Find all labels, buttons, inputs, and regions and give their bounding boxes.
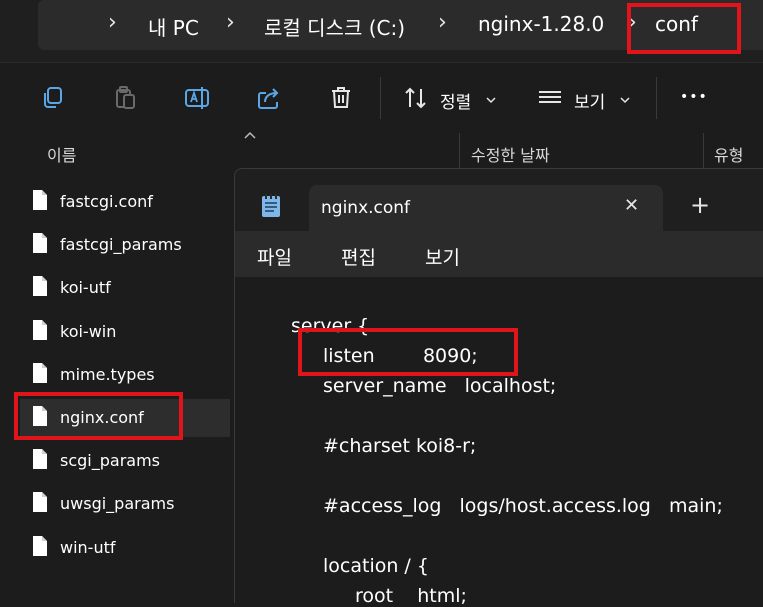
column-type[interactable]: 유형	[714, 142, 743, 166]
toolbar-divider	[656, 77, 657, 119]
more-options-button[interactable]: •••	[680, 89, 708, 105]
file-name: koi-utf	[60, 278, 111, 298]
file-name: koi-win	[60, 321, 117, 341]
chevron-down-icon	[620, 97, 630, 104]
file-icon	[33, 492, 47, 513]
file-icon	[33, 276, 47, 297]
menu-bar: 파일 편집 보기	[235, 231, 763, 277]
text-editor[interactable]: server { listen 8090; server_name localh…	[235, 277, 763, 607]
view-icon[interactable]	[537, 85, 563, 111]
chevron-down-icon	[486, 97, 496, 104]
command-bar: 정렬 보기 •••	[0, 62, 763, 134]
column-divider[interactable]	[703, 133, 704, 169]
file-item[interactable]: win-utf	[20, 529, 230, 567]
file-name: uwsgi_params	[60, 494, 175, 514]
code-line: root html;	[355, 585, 467, 607]
file-item[interactable]: scgi_params	[20, 442, 230, 480]
highlight-listen-port	[298, 328, 518, 376]
file-icon	[33, 362, 47, 383]
tab-title: nginx.conf	[321, 198, 411, 218]
file-name: fastcgi_params	[60, 235, 182, 255]
file-item[interactable]: fastcgi_params	[20, 226, 230, 264]
new-tab-button[interactable]: +	[690, 191, 710, 219]
file-name: mime.types	[60, 364, 155, 384]
file-icon	[33, 190, 47, 210]
file-icon	[33, 535, 47, 556]
breadcrumb-item-nginx[interactable]: nginx-1.28.0	[478, 12, 604, 36]
toolbar-divider	[380, 77, 381, 119]
menu-file[interactable]: 파일	[257, 243, 292, 270]
close-tab-icon[interactable]: ✕	[624, 195, 639, 216]
code-line: #charset koi8-r;	[323, 435, 477, 457]
file-name: scgi_params	[60, 451, 160, 471]
breadcrumb-item-local-disk[interactable]: 로컬 디스크 (C:)	[264, 12, 405, 41]
code-line: location / {	[323, 555, 429, 577]
column-modified[interactable]: 수정한 날짜	[471, 142, 550, 166]
notepad-icon	[262, 194, 280, 217]
chevron-right-icon: ›	[226, 10, 235, 35]
code-line: #access_log logs/host.access.log main;	[323, 495, 723, 517]
notepad-tab[interactable]: nginx.conf ✕	[309, 185, 663, 231]
chevron-right-icon: ›	[108, 10, 117, 35]
share-icon[interactable]	[256, 85, 282, 111]
column-divider[interactable]	[459, 133, 460, 169]
copy-icon[interactable]	[40, 85, 66, 111]
sort-button[interactable]: 정렬	[440, 88, 471, 113]
file-name: fastcgi.conf	[60, 192, 153, 211]
code-line: server_name localhost;	[323, 375, 557, 397]
notepad-window: nginx.conf ✕ + 파일 편집 보기 server { listen …	[234, 168, 763, 607]
file-icon	[33, 449, 47, 470]
rename-icon[interactable]	[184, 85, 210, 111]
column-header: 이름 수정한 날짜 유형	[0, 131, 763, 169]
menu-view[interactable]: 보기	[425, 243, 460, 270]
highlight-nginx-conf	[14, 392, 183, 440]
file-item[interactable]: mime.types	[20, 356, 230, 394]
view-button[interactable]: 보기	[574, 88, 605, 113]
column-name[interactable]: 이름	[47, 142, 76, 166]
delete-icon[interactable]	[328, 85, 354, 111]
highlight-conf-folder	[627, 3, 741, 54]
file-name: win-utf	[60, 537, 116, 557]
sort-icon[interactable]	[403, 85, 429, 111]
file-item[interactable]: koi-utf	[20, 269, 230, 307]
menu-edit[interactable]: 편집	[341, 243, 376, 270]
file-icon	[33, 319, 47, 340]
sort-ascending-icon	[244, 131, 256, 139]
file-item[interactable]: koi-win	[20, 313, 230, 351]
breadcrumb-item-my-pc[interactable]: 내 PC	[148, 12, 199, 41]
paste-icon[interactable]	[112, 85, 138, 111]
chevron-right-icon: ›	[438, 10, 447, 35]
file-icon	[33, 233, 47, 254]
file-item[interactable]: fastcgi.conf	[20, 183, 230, 221]
file-item[interactable]: uwsgi_params	[20, 485, 230, 523]
